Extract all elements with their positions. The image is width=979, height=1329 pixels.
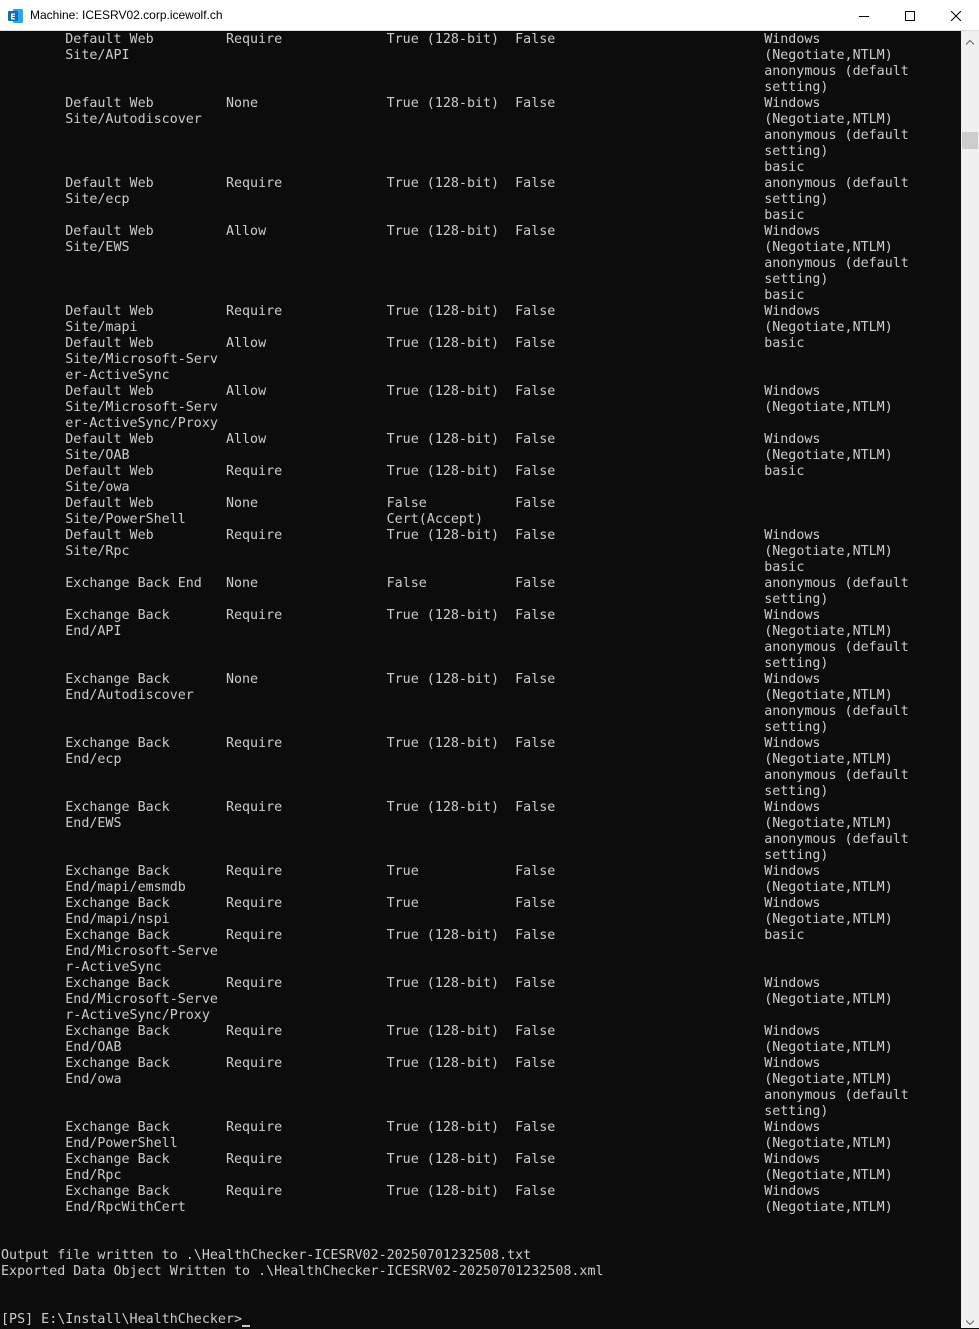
console-line: anonymous (default <box>1 704 909 719</box>
text-cursor <box>242 1325 251 1327</box>
vertical-scrollbar[interactable] <box>961 31 979 1328</box>
console-line: End/OAB (Negotiate,NTLM) <box>1 1040 893 1055</box>
console-line: Exchange Back End None False False anony… <box>1 576 909 591</box>
console-line: Site/OAB (Negotiate,NTLM) <box>1 448 893 463</box>
console-line: setting) <box>1 272 829 287</box>
console-line: basic <box>1 560 805 575</box>
chevron-down-icon <box>965 1310 975 1329</box>
console-line: Exchange Back Require True (128-bit) Fal… <box>1 1056 821 1071</box>
console-line: setting) <box>1 848 829 863</box>
prompt-text: [PS] E:\Install\HealthChecker> <box>1 1312 243 1327</box>
console-line: r-ActiveSync/Proxy <box>1 1008 210 1023</box>
console-line: setting) <box>1 592 829 607</box>
console-line: End/mapi/emsmdb (Negotiate,NTLM) <box>1 880 893 895</box>
console-line: Exported Data Object Written to .\Health… <box>1 1264 604 1279</box>
console-line: anonymous (default <box>1 256 909 271</box>
console-line: Site/ecp setting) <box>1 192 829 207</box>
console-line: Site/owa <box>1 480 130 495</box>
console-line: End/Rpc (Negotiate,NTLM) <box>1 1168 893 1183</box>
console-line: Default Web Require True (128-bit) False… <box>1 32 821 47</box>
console-line: Exchange Back Require True (128-bit) Fal… <box>1 608 821 623</box>
console-line: basic <box>1 160 805 175</box>
console-line: End/API (Negotiate,NTLM) <box>1 624 893 639</box>
console-line: setting) <box>1 1104 829 1119</box>
close-icon <box>950 6 962 25</box>
console-line: setting) <box>1 720 829 735</box>
console-line: End/Microsoft-Serve (Negotiate,NTLM) <box>1 992 893 1007</box>
console-line: Exchange Back Require True (128-bit) Fal… <box>1 800 821 815</box>
console-line: Default Web None True (128-bit) False Wi… <box>1 96 821 111</box>
console-line: Exchange Back Require True False Windows <box>1 864 821 879</box>
console-line: End/owa (Negotiate,NTLM) <box>1 1072 893 1087</box>
console-line: Output file written to .\HealthChecker-I… <box>1 1248 532 1263</box>
console-line: basic <box>1 208 805 223</box>
console-line: Exchange Back Require True (128-bit) Fal… <box>1 1152 821 1167</box>
console-line: Exchange Back Require True (128-bit) Fal… <box>1 928 805 943</box>
console-line: anonymous (default <box>1 768 909 783</box>
console-line: Site/EWS (Negotiate,NTLM) <box>1 240 893 255</box>
console-line: Default Web Allow True (128-bit) False b… <box>1 336 805 351</box>
console-line: Default Web Allow True (128-bit) False W… <box>1 224 821 239</box>
console-line: Site/PowerShell Cert(Accept) <box>1 512 484 527</box>
console-line: Exchange Back Require True (128-bit) Fal… <box>1 1120 821 1135</box>
console-line: End/Microsoft-Serve <box>1 944 218 959</box>
console-line: setting) <box>1 656 829 671</box>
console-line: End/PowerShell (Negotiate,NTLM) <box>1 1136 893 1151</box>
window-title: Machine: ICESRV02.corp.icewolf.ch <box>30 8 223 22</box>
console-line: er-ActiveSync <box>1 368 170 383</box>
console-line: anonymous (default <box>1 64 909 79</box>
console-line: Default Web Require True (128-bit) False… <box>1 464 805 479</box>
console-line: Exchange Back Require True False Windows <box>1 896 821 911</box>
maximize-icon <box>905 6 915 25</box>
console-line: Default Web Require True (128-bit) False… <box>1 304 821 319</box>
prompt-line[interactable]: [PS] E:\Install\HealthChecker> <box>1 1312 251 1328</box>
console-line: End/EWS (Negotiate,NTLM) <box>1 816 893 831</box>
maximize-button[interactable] <box>887 0 933 30</box>
console-line: Site/Microsoft-Serv (Negotiate,NTLM) <box>1 400 893 415</box>
console-line: End/RpcWithCert (Negotiate,NTLM) <box>1 1200 893 1215</box>
console-line: Site/Autodiscover (Negotiate,NTLM) <box>1 112 893 127</box>
console-line: Site/Microsoft-Serv <box>1 352 218 367</box>
console-line: End/ecp (Negotiate,NTLM) <box>1 752 893 767</box>
console-line: r-ActiveSync <box>1 960 162 975</box>
console-line: Site/mapi (Negotiate,NTLM) <box>1 320 893 335</box>
title-bar[interactable]: Machine: ICESRV02.corp.icewolf.ch <box>0 0 979 31</box>
scrollbar-thumb[interactable] <box>962 132 978 149</box>
console-line: anonymous (default <box>1 832 909 847</box>
chevron-up-icon <box>965 30 975 49</box>
minimize-icon <box>859 6 869 25</box>
console-line: Exchange Back Require True (128-bit) Fal… <box>1 1184 821 1199</box>
console-line: anonymous (default <box>1 128 909 143</box>
console-line: Exchange Back Require True (128-bit) Fal… <box>1 736 821 751</box>
console-line: anonymous (default <box>1 640 909 655</box>
console-line: Exchange Back Require True (128-bit) Fal… <box>1 976 821 991</box>
console-line: er-ActiveSync/Proxy <box>1 416 218 431</box>
exchange-icon <box>8 8 24 24</box>
console-line: Default Web None False False <box>1 496 556 511</box>
console-line: Default Web Allow True (128-bit) False W… <box>1 384 821 399</box>
console-line: basic <box>1 288 805 303</box>
console-line: End/Autodiscover (Negotiate,NTLM) <box>1 688 893 703</box>
console-line: anonymous (default <box>1 1088 909 1103</box>
console-line: Exchange Back Require True (128-bit) Fal… <box>1 1024 821 1039</box>
scroll-down-button[interactable] <box>961 1311 979 1328</box>
console-line: Exchange Back None True (128-bit) False … <box>1 672 821 687</box>
scroll-up-button[interactable] <box>961 31 979 48</box>
console-line: Site/API (Negotiate,NTLM) <box>1 48 893 63</box>
console-line: Default Web Allow True (128-bit) False W… <box>1 432 821 447</box>
minimize-button[interactable] <box>841 0 887 30</box>
console-line: Default Web Require True (128-bit) False… <box>1 176 909 191</box>
console-line: Default Web Require True (128-bit) False… <box>1 528 821 543</box>
console-line: setting) <box>1 80 829 95</box>
console-line: End/mapi/nspi (Negotiate,NTLM) <box>1 912 893 927</box>
console-output[interactable]: Default Web Require True (128-bit) False… <box>0 31 961 1328</box>
console-line: setting) <box>1 784 829 799</box>
console-line: Site/Rpc (Negotiate,NTLM) <box>1 544 893 559</box>
console-line: setting) <box>1 144 829 159</box>
close-button[interactable] <box>933 0 979 30</box>
